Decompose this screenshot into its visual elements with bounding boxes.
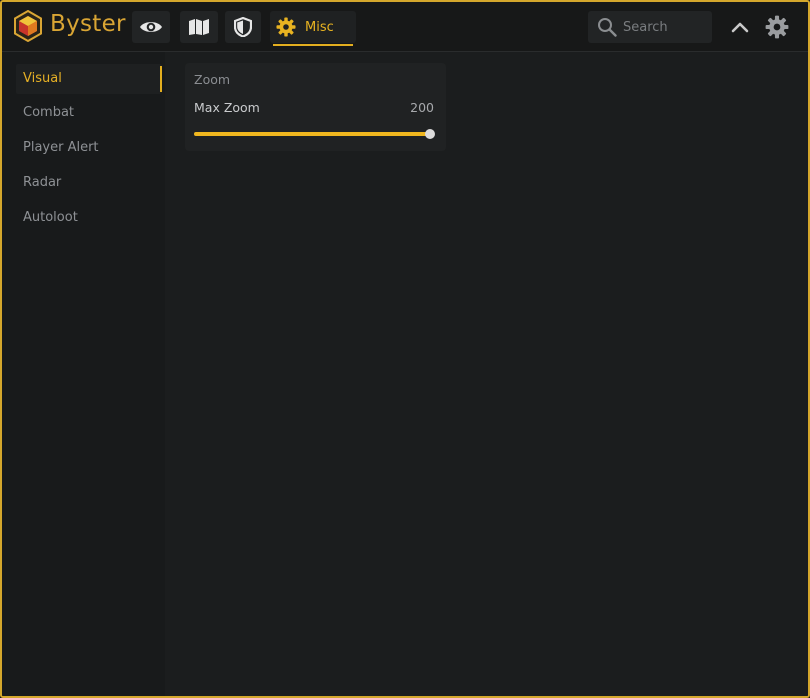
sidebar-item-label: Radar [23, 175, 62, 190]
tab-map[interactable] [180, 11, 218, 43]
tab-shield[interactable] [225, 11, 261, 43]
header-bar: Byster Misc Search [2, 2, 808, 52]
eye-icon [140, 22, 162, 32]
shield-icon [234, 17, 252, 37]
gear-icon [276, 17, 296, 37]
slider-fill [194, 132, 430, 136]
slider-label: Max Zoom [194, 100, 260, 115]
search-input[interactable] [621, 18, 710, 36]
tab-misc[interactable]: Misc [270, 11, 356, 46]
sidebar-item-label: Combat [23, 105, 75, 120]
map-icon [189, 19, 209, 35]
sidebar-item-combat[interactable]: Combat [16, 98, 162, 128]
search-box[interactable] [588, 11, 712, 43]
active-indicator [160, 66, 162, 92]
zoom-card: Zoom Max Zoom 200 [185, 63, 446, 151]
tab-visual-eye[interactable] [132, 11, 170, 43]
settings-gear-icon[interactable] [765, 15, 789, 39]
slider-thumb[interactable] [425, 129, 435, 139]
card-title: Zoom [194, 72, 231, 87]
active-tab-underline [273, 44, 353, 46]
slider-value: 200 [410, 100, 434, 115]
chevron-up-icon[interactable] [729, 16, 751, 38]
sidebar-item-player-alert[interactable]: Player Alert [16, 133, 162, 163]
max-zoom-slider[interactable] [194, 129, 435, 139]
sidebar: Visual Combat Player Alert Radar Autoloo… [2, 52, 165, 696]
brand-title: Byster [50, 11, 126, 37]
sidebar-item-radar[interactable]: Radar [16, 168, 162, 198]
sidebar-item-autoloot[interactable]: Autoloot [16, 203, 162, 233]
sidebar-item-label: Autoloot [23, 210, 78, 225]
search-icon [598, 18, 617, 37]
sidebar-item-label: Visual [23, 71, 62, 86]
sidebar-item-visual[interactable]: Visual [16, 64, 162, 94]
sidebar-item-label: Player Alert [23, 140, 99, 155]
app-window: Byster Misc Search Visual Combat Player … [0, 0, 810, 698]
byster-logo-icon [14, 10, 42, 42]
main-panel: Zoom Max Zoom 200 [165, 52, 808, 696]
tab-misc-label: Misc [305, 19, 334, 35]
